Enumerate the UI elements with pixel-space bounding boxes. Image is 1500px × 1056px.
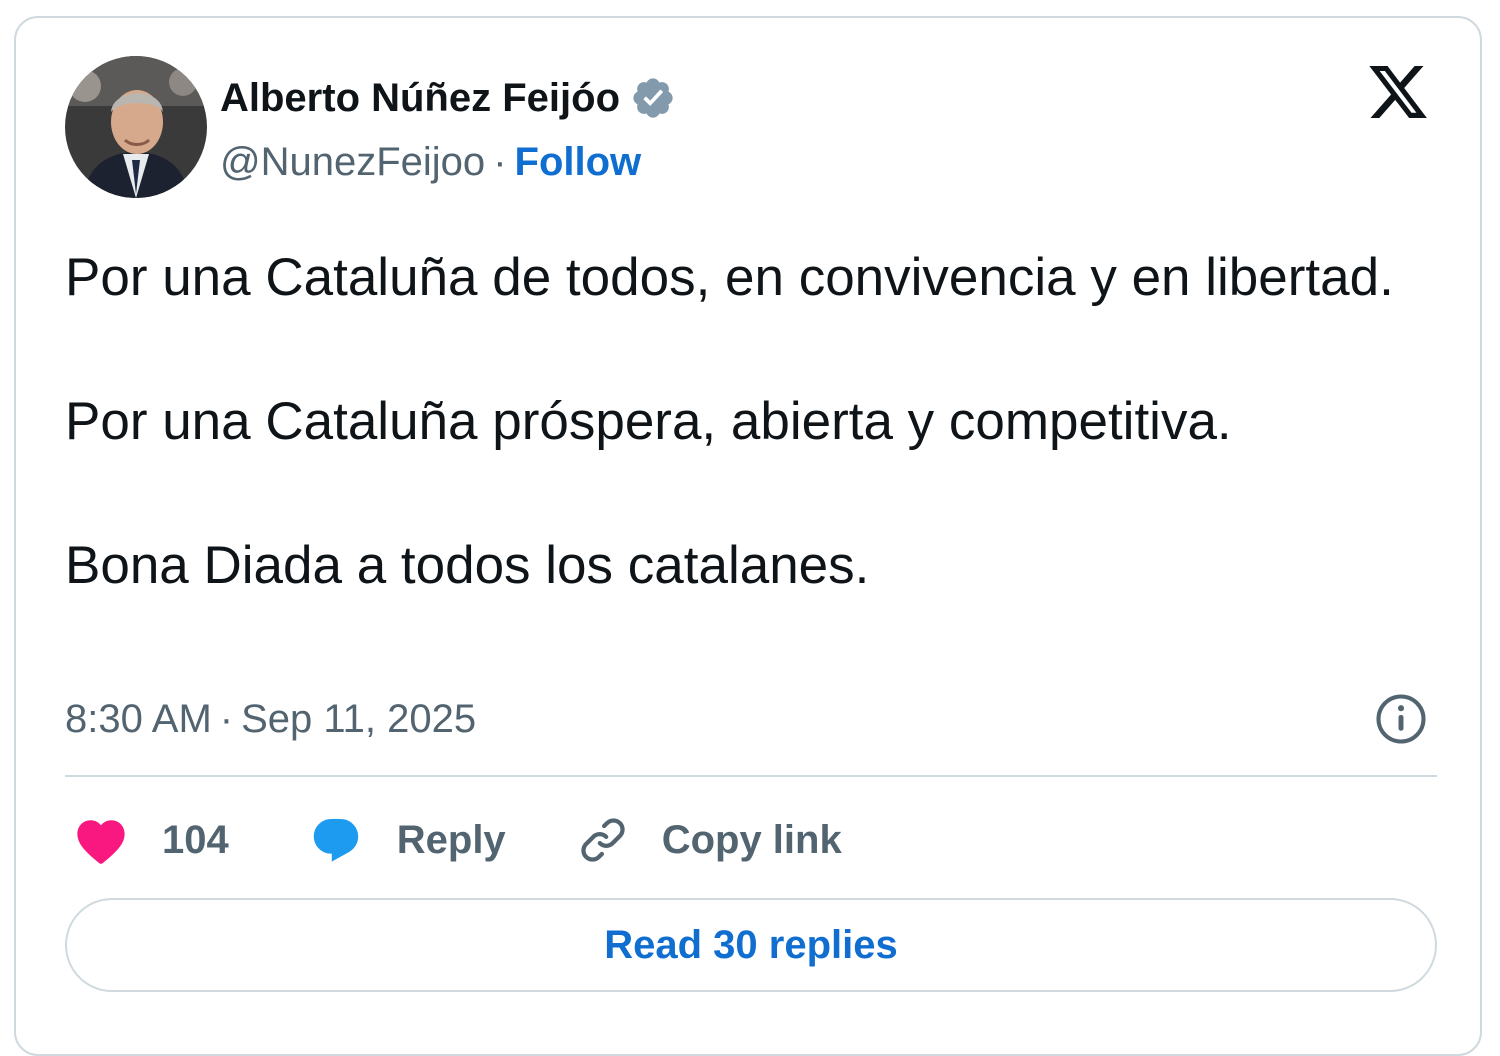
heart-icon: [74, 815, 128, 865]
author-name-row: Alberto Núñez Feijóo: [220, 70, 676, 126]
tweet-timestamp[interactable]: 8:30 AM · Sep 11, 2025: [65, 692, 476, 746]
verified-badge-icon: [630, 75, 676, 121]
like-button[interactable]: 104: [74, 815, 229, 865]
follow-button[interactable]: Follow: [515, 140, 642, 185]
reply-button[interactable]: Reply: [309, 814, 506, 866]
author-handle[interactable]: @NunezFeijoo: [220, 140, 485, 185]
author-avatar[interactable]: [65, 56, 207, 198]
timestamp-separator: ·: [219, 696, 234, 741]
read-replies-button[interactable]: Read 30 replies: [65, 898, 1437, 992]
info-icon[interactable]: [1374, 692, 1428, 746]
tweet-date: Sep 11, 2025: [241, 696, 477, 741]
x-logo-icon[interactable]: [1366, 60, 1430, 124]
speech-bubble-icon: [309, 814, 363, 866]
author-handle-row: @NunezFeijoo · Follow: [220, 136, 641, 188]
link-icon: [576, 813, 630, 867]
tweet-actions: 104 Reply Copy link: [74, 810, 842, 870]
handle-separator: ·: [493, 139, 507, 184]
reply-label: Reply: [396, 817, 506, 862]
tweet-time: 8:30 AM: [65, 696, 212, 741]
read-replies-label: Read 30 replies: [604, 922, 898, 967]
tweet-text: Por una Cataluña de todos, en convivenci…: [65, 248, 1394, 595]
likes-count: 104: [162, 817, 229, 862]
author-name[interactable]: Alberto Núñez Feijóo: [220, 76, 620, 121]
copy-link-button[interactable]: Copy link: [576, 813, 842, 867]
copy-link-label: Copy link: [661, 817, 842, 862]
tweet-card: Alberto Núñez Feijóo @NunezFeijoo · Foll…: [14, 16, 1482, 1056]
divider: [65, 775, 1437, 777]
